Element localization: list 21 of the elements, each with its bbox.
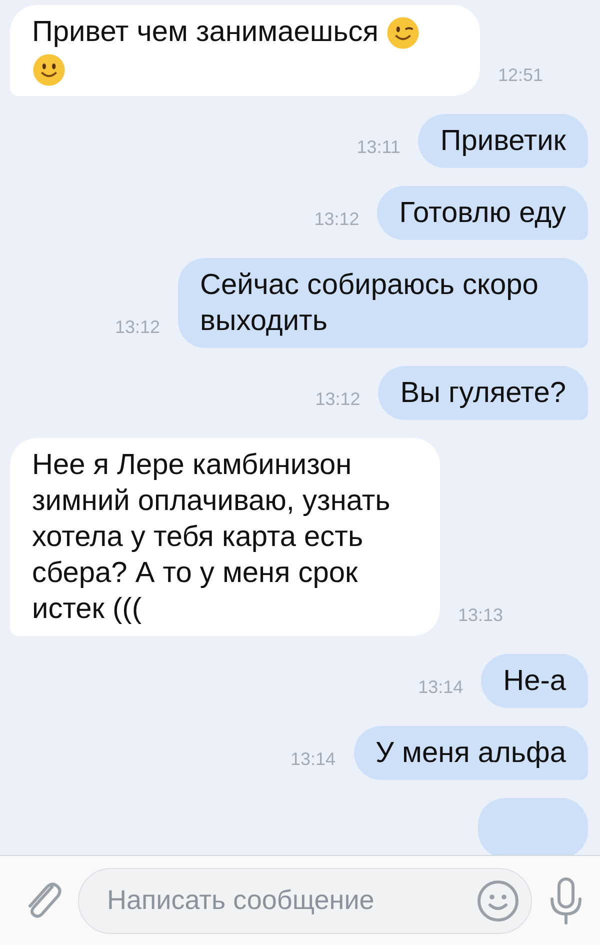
smiley-icon[interactable] <box>476 878 520 922</box>
message-time: 13:12 <box>114 316 160 338</box>
microphone-icon[interactable] <box>548 876 584 924</box>
message-text: Привет чем занимаешься <box>32 16 378 48</box>
message-time: 13:12 <box>314 208 360 230</box>
message-time: 13:14 <box>290 748 336 770</box>
message-time: 12:51 <box>498 64 544 86</box>
message-text: У меня альфа <box>376 736 566 769</box>
wink-emoji-icon <box>386 16 420 50</box>
message-time: 13:12 <box>315 388 360 410</box>
message-text: Готовлю еду <box>399 196 566 229</box>
message-time: 13:11 <box>356 136 400 158</box>
message-text: Вы гуляете? <box>400 376 566 409</box>
message-time: 13:13 <box>458 604 504 626</box>
message-text: Нее я Лере камбинизон зимний оплачиваю, узнать хотела у тебя карта есть сбера? А то у меня срок истек ((( <box>32 448 390 625</box>
message-text: Приветик <box>440 124 566 157</box>
message-field[interactable]: Написать сообщение <box>78 868 532 934</box>
message-time: 13:14 <box>418 676 464 698</box>
message-text: Сейчас собираюсь скоро выходить <box>200 268 538 337</box>
message-text: Не-а <box>503 664 566 697</box>
smile-emoji-icon <box>32 52 66 87</box>
